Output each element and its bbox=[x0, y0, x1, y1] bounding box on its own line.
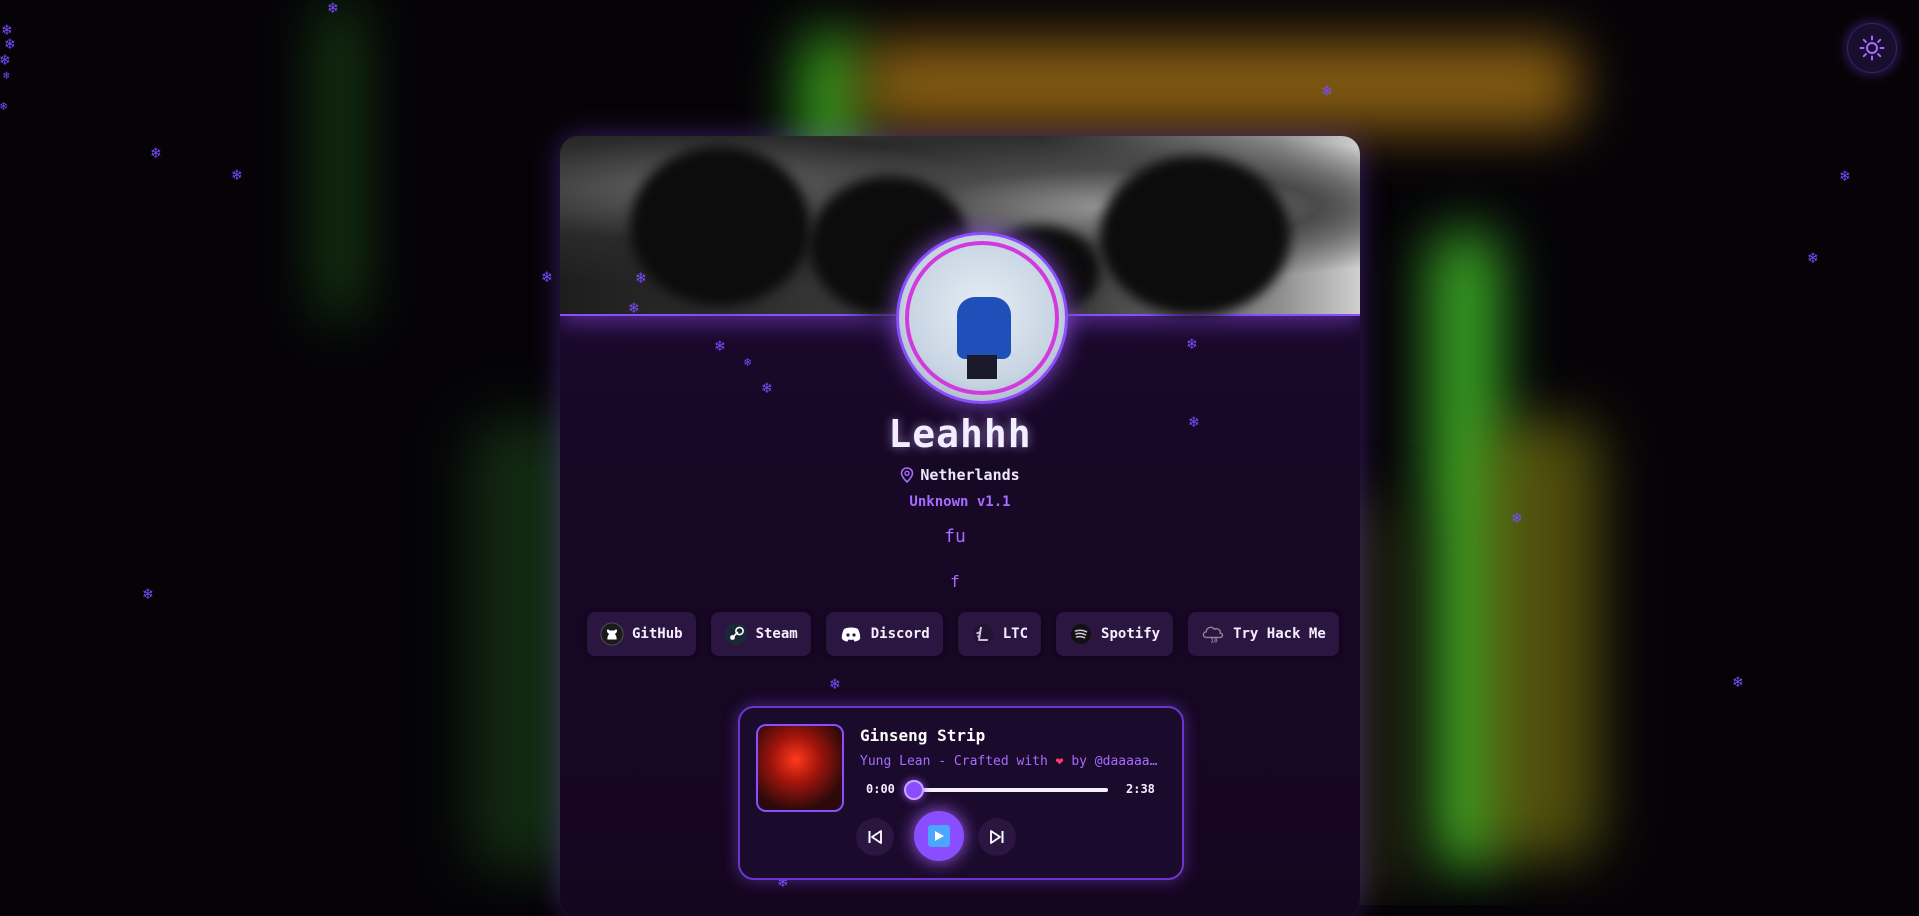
social-spotify-button[interactable]: Spotify bbox=[1056, 612, 1174, 656]
spotify-icon bbox=[1069, 622, 1093, 646]
profile-name: Leahhh bbox=[888, 412, 1032, 456]
bio-line-2: f bbox=[950, 572, 960, 591]
social-discord-button[interactable]: Discord bbox=[825, 612, 943, 656]
social-links: GitHub Steam Discord LTC Spotify 10 Try … bbox=[587, 612, 1339, 656]
play-icon bbox=[928, 825, 950, 847]
bio-line-1: fu bbox=[944, 526, 966, 547]
skip-back-icon bbox=[868, 830, 882, 844]
social-tryhackme-button[interactable]: 10 Try Hack Me bbox=[1188, 612, 1339, 656]
previous-button[interactable] bbox=[856, 818, 894, 856]
social-label: Try Hack Me bbox=[1233, 626, 1326, 642]
social-label: Discord bbox=[870, 626, 930, 642]
social-ltc-button[interactable]: LTC bbox=[957, 612, 1042, 656]
profile-card: ❄ ❄ ❄ ❄ ❄ ❄ ❄ ❄ ❄ ❄ ❄ Leahhh Netherlands… bbox=[560, 136, 1360, 916]
discord-icon bbox=[839, 622, 863, 646]
social-label: LTC bbox=[1002, 626, 1029, 642]
skip-forward-icon bbox=[990, 830, 1004, 844]
svg-text:10: 10 bbox=[1210, 638, 1218, 645]
steam-icon bbox=[724, 622, 748, 646]
song-title: Ginseng Strip bbox=[860, 726, 986, 745]
heart-icon: ❤ bbox=[1055, 754, 1064, 769]
music-player: Ginseng Strip Yung Lean - Crafted with ❤… bbox=[738, 706, 1184, 880]
github-icon bbox=[600, 622, 624, 646]
theme-toggle-button[interactable] bbox=[1847, 23, 1897, 73]
location-pin-icon bbox=[901, 467, 914, 483]
litecoin-icon bbox=[971, 622, 995, 646]
duration: 2:38 bbox=[1126, 782, 1155, 796]
song-artist: Yung Lean - Crafted with ❤ by @daaaaan… bbox=[860, 754, 1160, 769]
social-label: GitHub bbox=[632, 626, 683, 642]
version-label: Unknown v1.1 bbox=[909, 494, 1011, 510]
artist-suffix: by @daaaaan… bbox=[1071, 754, 1160, 769]
social-label: Spotify bbox=[1101, 626, 1161, 642]
play-button[interactable] bbox=[914, 811, 964, 861]
location-label: Netherlands bbox=[920, 466, 1020, 484]
social-label: Steam bbox=[755, 626, 798, 642]
tryhackme-icon: 10 bbox=[1201, 622, 1225, 646]
current-time: 0:00 bbox=[866, 782, 895, 796]
album-cover bbox=[756, 724, 844, 812]
avatar bbox=[896, 232, 1068, 404]
artist-prefix: Yung Lean - Crafted with bbox=[860, 754, 1048, 769]
social-github-button[interactable]: GitHub bbox=[587, 612, 696, 656]
sun-icon bbox=[1859, 35, 1885, 61]
location: Netherlands bbox=[560, 466, 1360, 484]
progress-handle[interactable] bbox=[904, 780, 924, 800]
next-button[interactable] bbox=[978, 818, 1016, 856]
social-steam-button[interactable]: Steam bbox=[710, 612, 811, 656]
progress-bar[interactable] bbox=[910, 788, 1108, 792]
